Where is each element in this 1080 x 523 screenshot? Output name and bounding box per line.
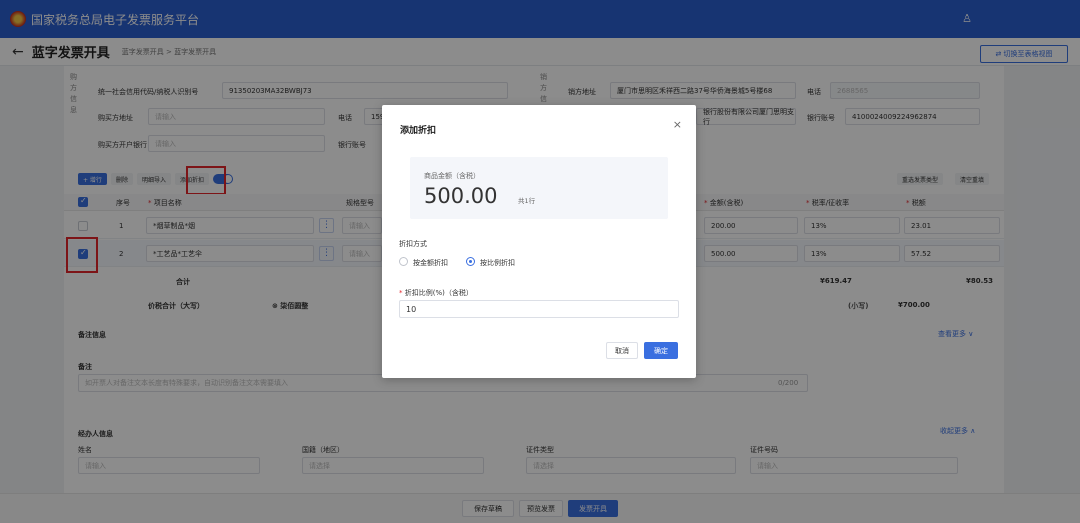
add-discount-dialog: 添加折扣 × 商品金额（含税） 500.00 共1行 折扣方式 按金额折扣 按比… [382,105,696,378]
amount-rows: 共1行 [518,197,536,205]
ratio-label: * 折扣比例(%)（含税） [399,289,473,297]
discount-method-label: 折扣方式 [399,240,427,248]
ratio-label-text: 折扣比例(%)（含税） [404,289,473,297]
discount-ratio-input[interactable]: 10 [399,300,679,318]
close-icon[interactable]: × [673,118,682,131]
confirm-button[interactable]: 确定 [644,342,678,359]
radio-by-amount[interactable] [399,257,408,266]
amount-label: 商品金额（含税） [424,172,480,180]
option-by-amount-label[interactable]: 按金额折扣 [413,258,448,268]
amount-summary: 商品金额（含税） 500.00 共1行 [410,157,668,219]
radio-by-ratio[interactable] [466,257,475,266]
amount-value: 500.00 [424,184,498,208]
option-by-ratio-label[interactable]: 按比例折扣 [480,258,515,268]
cancel-button[interactable]: 取消 [606,342,638,359]
dialog-title: 添加折扣 [400,126,437,136]
